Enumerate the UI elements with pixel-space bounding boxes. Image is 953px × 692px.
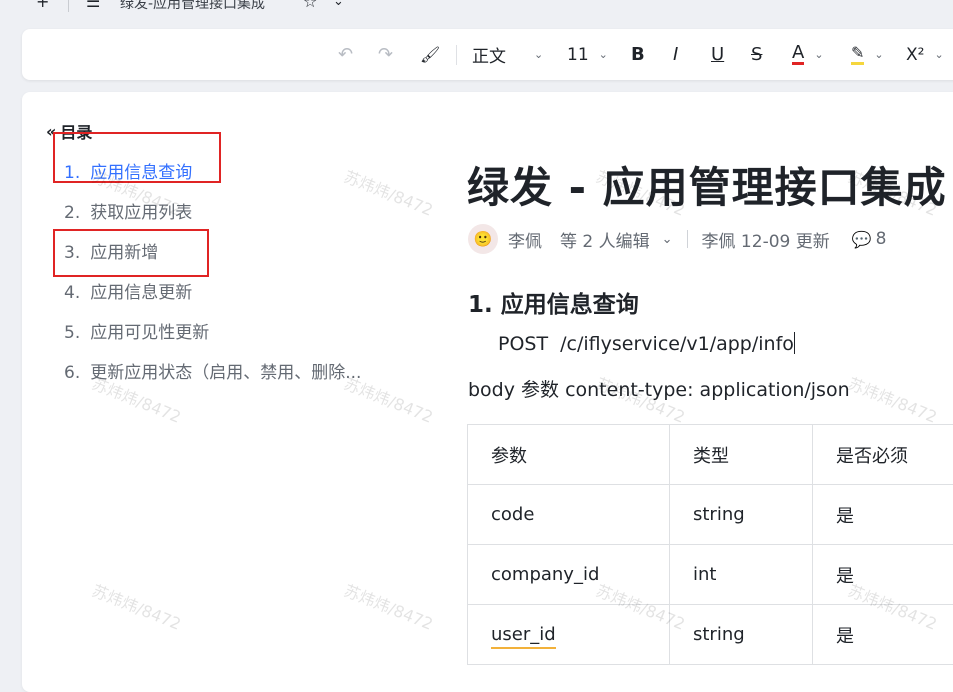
watermark: 苏炜炜/8472	[845, 370, 941, 428]
undo-icon[interactable]: ↶	[338, 29, 353, 80]
chevron-down-icon[interactable]: ⌄	[662, 232, 673, 247]
underline-button[interactable]: U	[711, 29, 724, 80]
format-painter-icon[interactable]: 🖌	[420, 29, 440, 80]
author-name[interactable]: 李佩	[508, 227, 542, 252]
doc-tab-title: 绿发-应用管理接口集成	[120, 0, 265, 13]
bold-button[interactable]: B	[631, 29, 645, 80]
chevron-down-icon: ⌄	[534, 48, 543, 61]
watermark: 苏炜炜/8472	[341, 577, 437, 635]
annotation-box	[53, 132, 221, 183]
table-cell[interactable]: 是	[813, 605, 953, 665]
highlighter-icon: ✎	[851, 44, 864, 65]
chevron-down-icon: ⌄	[599, 48, 608, 61]
chevron-down-icon: ⌄	[814, 48, 823, 61]
table-cell[interactable]: user_id	[468, 605, 670, 665]
outline-item-app-status[interactable]: 6.更新应用状态（启用、禁用、删除...	[64, 358, 361, 383]
table-cell[interactable]: string	[670, 605, 813, 665]
document-card: « 目录 1.应用信息查询 2.获取应用列表 3.应用新增 4.应用信息更新 5…	[22, 92, 953, 692]
table-cell[interactable]: int	[670, 545, 813, 605]
comment-count[interactable]: 8	[876, 229, 887, 249]
endpoint-line[interactable]: POST /c/iflyservice/v1/app/info	[498, 332, 795, 355]
watermark: 苏炜炜/8472	[89, 577, 185, 635]
table-header-cell[interactable]: 参数	[468, 425, 670, 485]
paragraph-style-select[interactable]: 正文⌄	[472, 29, 543, 80]
table-row: user_id string 是	[468, 605, 953, 665]
params-table: 参数 类型 是否必须 code string 是 company_id int …	[467, 424, 953, 665]
outline-item-app-update[interactable]: 4.应用信息更新	[64, 278, 192, 303]
table-cell[interactable]: 是	[813, 545, 953, 605]
table-cell[interactable]: code	[468, 485, 670, 545]
section-heading: 1. 应用信息查询	[468, 285, 639, 319]
strikethrough-button[interactable]: S	[751, 29, 762, 80]
editors-count[interactable]: 等 2 人编辑	[560, 227, 650, 252]
text-cursor	[794, 332, 795, 354]
comment-underlined-text[interactable]: user_id	[491, 624, 556, 649]
redo-icon[interactable]: ↷	[378, 29, 393, 80]
highlight-button[interactable]: ✎⌄	[851, 29, 884, 80]
italic-button[interactable]: I	[673, 29, 678, 80]
document-title: 绿发 - 应用管理接口集成	[467, 154, 947, 215]
table-row: code string 是	[468, 485, 953, 545]
table-cell[interactable]: company_id	[468, 545, 670, 605]
body-params-line: body 参数 content-type: application/json	[468, 375, 850, 402]
comment-icon[interactable]: 💬	[852, 230, 872, 249]
divider	[456, 45, 457, 65]
font-color-icon: A	[792, 44, 804, 65]
last-updated: 李佩 12-09 更新	[702, 227, 830, 252]
watermark: 苏炜炜/8472	[341, 163, 437, 221]
title-bar: + ☰ 绿发-应用管理接口集成 ☆ ⌄	[0, 0, 953, 22]
superscript-button[interactable]: X²⌄	[906, 29, 944, 80]
chevron-down-icon[interactable]: ⌄	[333, 0, 344, 9]
menu-icon[interactable]: ☰	[86, 0, 100, 11]
format-toolbar: ↶ ↷ 🖌 正文⌄ 11⌄ B I U S A⌄ ✎⌄ X²⌄	[22, 29, 953, 80]
table-header-cell[interactable]: 类型	[670, 425, 813, 485]
font-size-select[interactable]: 11⌄	[567, 29, 608, 80]
star-icon[interactable]: ☆	[303, 0, 317, 11]
avatar[interactable]: 🙂	[468, 224, 498, 254]
font-color-button[interactable]: A⌄	[792, 29, 824, 80]
table-cell[interactable]: 是	[813, 485, 953, 545]
doc-meta-row: 🙂 李佩 等 2 人编辑 ⌄ 李佩 12-09 更新 💬 8	[468, 224, 887, 254]
chevron-down-icon: ⌄	[934, 48, 943, 61]
annotation-box	[53, 229, 209, 277]
table-cell[interactable]: string	[670, 485, 813, 545]
outline-item-app-visibility[interactable]: 5.应用可见性更新	[64, 318, 209, 343]
divider	[68, 0, 69, 12]
divider	[687, 230, 688, 248]
outline-item-get-app-list[interactable]: 2.获取应用列表	[64, 198, 192, 223]
table-header-row: 参数 类型 是否必须	[468, 425, 953, 485]
table-row: company_id int 是	[468, 545, 953, 605]
table-header-cell[interactable]: 是否必须	[813, 425, 953, 485]
chevron-down-icon: ⌄	[874, 48, 883, 61]
add-icon[interactable]: +	[36, 0, 49, 11]
